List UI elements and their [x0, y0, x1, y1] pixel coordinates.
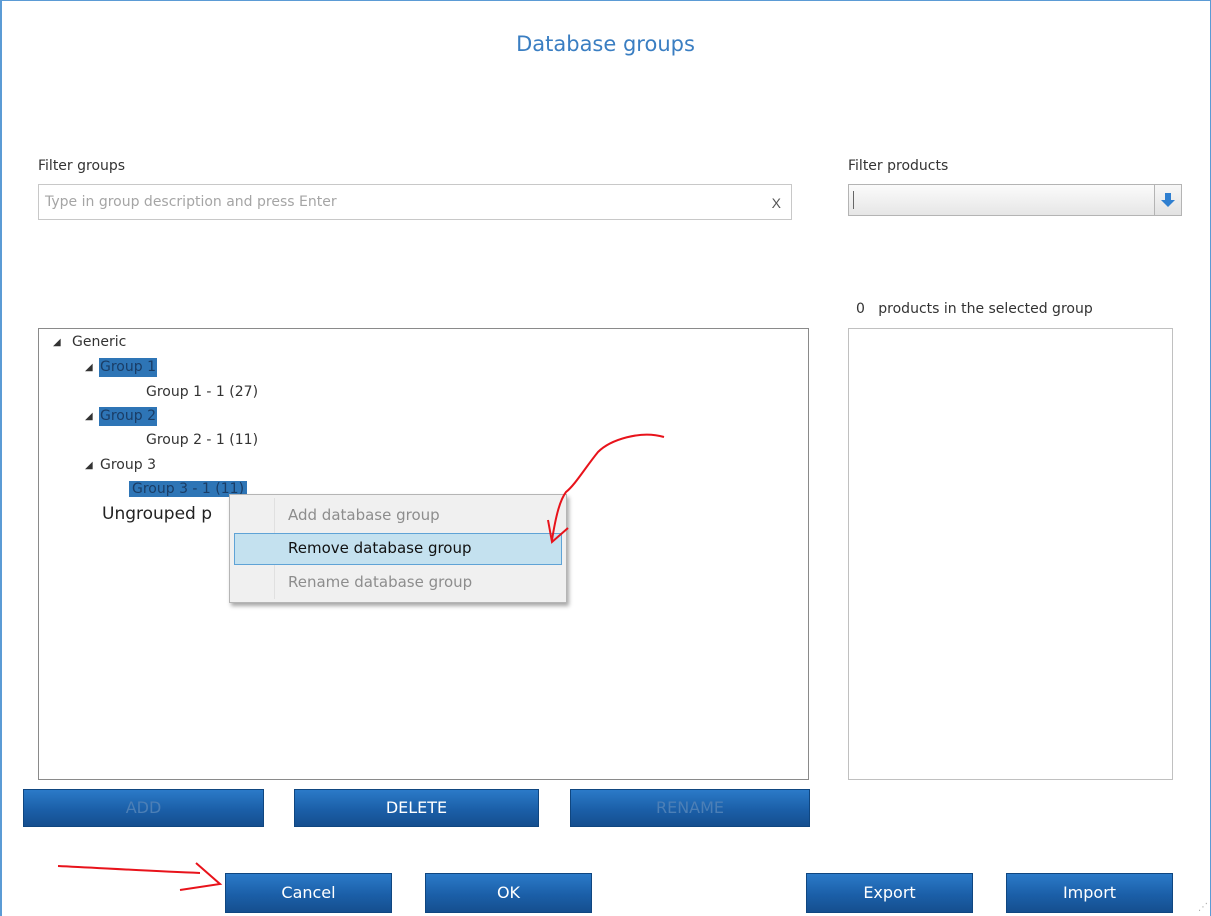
annotation-arrow-to-menu: [551, 433, 665, 541]
annotation-arrow-to-cancel: [57, 865, 201, 874]
annotation-arrowhead-menu: [547, 519, 569, 544]
annotation-arrows: [57, 433, 665, 891]
annotation-arrowhead-cancel: [179, 862, 223, 891]
resize-grip-icon[interactable]: ⋰: [1198, 902, 1208, 913]
